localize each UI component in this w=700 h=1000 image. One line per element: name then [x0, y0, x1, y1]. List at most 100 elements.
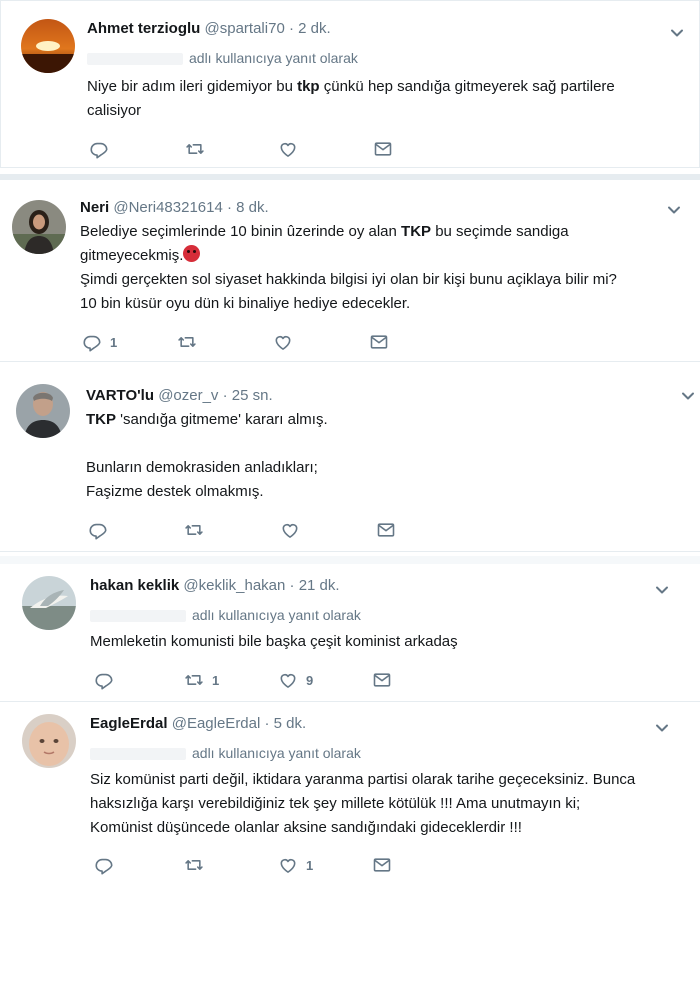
avatar[interactable]: [22, 576, 76, 630]
retweet-button[interactable]: [177, 331, 205, 353]
user-handle[interactable]: @EagleErdal: [172, 715, 261, 732]
chevron-down-icon[interactable]: [652, 580, 672, 600]
envelope-icon: [376, 520, 396, 540]
timestamp[interactable]: 8 dk.: [236, 199, 269, 216]
retweet-icon: [184, 855, 204, 875]
timestamp[interactable]: 21 dk.: [299, 577, 340, 594]
like-button[interactable]: 1: [278, 854, 313, 876]
chevron-down-icon[interactable]: [652, 718, 672, 738]
tweet-header: Neri @Neri48321614 · 8 dk.: [80, 198, 269, 218]
reply-context: adlı kullanıcıya yanıt olarak: [90, 744, 361, 762]
heart-icon: [278, 670, 298, 690]
direct-message-button[interactable]: [369, 331, 389, 353]
reply-icon: [89, 139, 109, 159]
retweet-button[interactable]: 1: [184, 669, 219, 691]
direct-message-button[interactable]: [372, 854, 392, 876]
avatar[interactable]: [12, 200, 66, 254]
tweet-text-part: 'sandığa gitmeme' kararı almış.: [116, 411, 328, 428]
sunset-avatar-icon: [21, 19, 75, 73]
like-button[interactable]: [280, 519, 308, 541]
retweet-icon: [185, 139, 205, 159]
reply-button[interactable]: [94, 669, 122, 691]
user-name[interactable]: VARTO'lu: [86, 387, 154, 404]
reply-context-label: adlı kullanıcıya yanıt olarak: [192, 745, 361, 761]
timestamp[interactable]: 2 dk.: [298, 20, 331, 37]
angry-face-emoji-icon: [183, 245, 201, 262]
heart-icon: [278, 139, 298, 159]
avatar[interactable]: [22, 714, 76, 768]
tweet-text-part: Bunların demokrasiden anladıkları; Faşiz…: [86, 459, 318, 500]
woman-avatar-icon: [12, 200, 66, 254]
separator-dot: ·: [264, 715, 270, 732]
tweet-header: hakan keklik @keklik_hakan · 21 dk.: [90, 576, 340, 596]
retweet-button[interactable]: [184, 854, 212, 876]
heart-icon: [280, 520, 300, 540]
reply-icon: [88, 520, 108, 540]
like-button[interactable]: [278, 138, 306, 160]
reply-button[interactable]: 1: [82, 331, 117, 353]
retweet-icon: [184, 670, 204, 690]
timestamp[interactable]: 5 dk.: [274, 715, 307, 732]
tweet-actions: 1 9: [94, 669, 414, 691]
tweet-card[interactable]: Ahmet terzioglu @spartali70 · 2 dk. adlı…: [0, 0, 700, 168]
reply-context: adlı kullanıcıya yanıt olarak: [87, 49, 358, 67]
chevron-down-icon[interactable]: [664, 200, 684, 220]
tweet-text-bold: TKP: [86, 411, 116, 428]
tweet-card[interactable]: Neri @Neri48321614 · 8 dk. Belediye seçi…: [0, 180, 700, 362]
like-count: 9: [306, 672, 314, 688]
reply-icon: [82, 332, 102, 352]
tweet-text: Siz komünist parti değil, iktidara yaran…: [90, 771, 636, 836]
envelope-icon: [372, 855, 392, 875]
tweet-header: Ahmet terzioglu @spartali70 · 2 dk.: [87, 19, 331, 39]
reply-button[interactable]: [88, 519, 116, 541]
tweet-actions: 1: [82, 331, 402, 353]
avatar[interactable]: [16, 384, 70, 438]
user-name[interactable]: Neri: [80, 199, 109, 216]
tweet-text-part: Belediye seçimlerinde 10 binin ûzerinde …: [80, 223, 402, 240]
like-count: 1: [306, 857, 314, 873]
chevron-down-icon[interactable]: [667, 23, 687, 43]
user-handle[interactable]: @keklik_hakan: [183, 577, 285, 594]
tweet-card[interactable]: EagleErdal @EagleErdal · 5 dk. adlı kull…: [0, 704, 700, 894]
tweet-actions: [89, 138, 409, 160]
timestamp[interactable]: 25 sn.: [232, 387, 273, 404]
separator-dot: ·: [227, 199, 232, 216]
divider: [0, 556, 700, 564]
avatar[interactable]: [21, 19, 75, 73]
reply-icon: [94, 670, 114, 690]
heart-icon: [273, 332, 293, 352]
retweet-icon: [184, 520, 204, 540]
man-avatar-icon: [16, 384, 70, 438]
reply-button[interactable]: [94, 854, 122, 876]
tweet-card[interactable]: VARTO'lu @ozer_v · 25 sn. TKP 'sandığa g…: [0, 370, 700, 552]
tweet-actions: 1: [94, 854, 414, 876]
tweet-text-bold: TKP: [401, 223, 432, 240]
user-handle[interactable]: @Neri48321614: [113, 199, 222, 216]
user-handle[interactable]: @ozer_v: [158, 387, 218, 404]
retweet-button[interactable]: [185, 138, 213, 160]
user-name[interactable]: hakan keklik: [90, 577, 179, 594]
user-name[interactable]: EagleErdal: [90, 715, 168, 732]
tweet-text: TKP 'sandığa gitmeme' kararı almış. Bunl…: [86, 408, 686, 504]
retweet-count: 1: [212, 672, 220, 688]
reply-count: 1: [110, 334, 118, 350]
tweet-text-part: Niye bir adım ileri gidemiyor bu: [87, 78, 298, 95]
reply-context-label: adlı kullanıcıya yanıt olarak: [192, 607, 361, 623]
envelope-icon: [373, 139, 393, 159]
reply-icon: [94, 855, 114, 875]
reply-context-label: adlı kullanıcıya yanıt olarak: [189, 50, 358, 66]
user-name[interactable]: Ahmet terzioglu: [87, 20, 200, 37]
direct-message-button[interactable]: [372, 669, 392, 691]
like-button[interactable]: 9: [278, 669, 313, 691]
retweet-button[interactable]: [184, 519, 212, 541]
tweet-text: Memleketin komunisti bile başka çeşit ko…: [90, 633, 458, 650]
direct-message-button[interactable]: [373, 138, 393, 160]
user-handle[interactable]: @spartali70: [205, 20, 285, 37]
direct-message-button[interactable]: [376, 519, 396, 541]
bird-avatar-icon: [22, 576, 76, 630]
chevron-down-icon[interactable]: [678, 386, 698, 406]
reply-button[interactable]: [89, 138, 117, 160]
like-button[interactable]: [273, 331, 301, 353]
separator-dot: ·: [289, 577, 295, 594]
tweet-card[interactable]: hakan keklik @keklik_hakan · 21 dk. adlı…: [0, 566, 700, 702]
